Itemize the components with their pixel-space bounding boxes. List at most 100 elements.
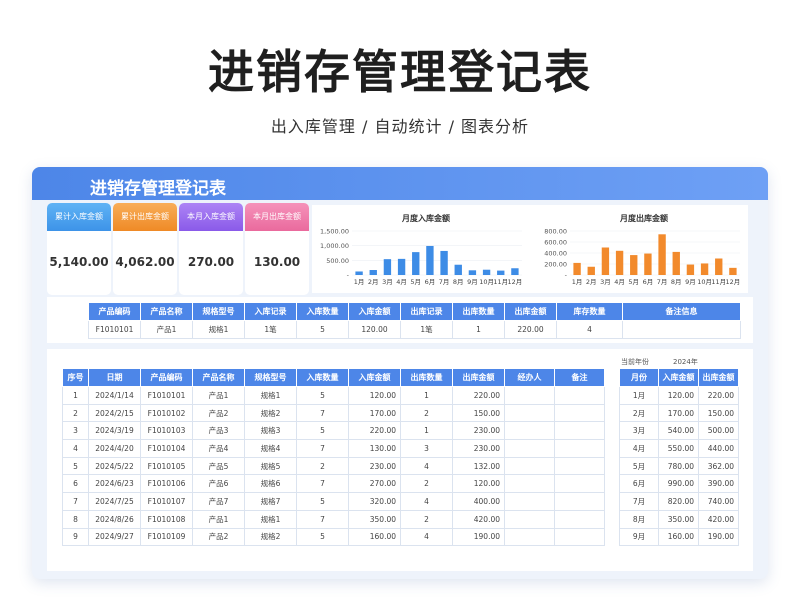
column-header[interactable]: 规格型号	[192, 302, 245, 321]
table-cell[interactable]: 9月	[619, 527, 659, 547]
table-row[interactable]: 4 2024/4/20 F1010104 产品4 规格4 7 130.00 3 230.00	[62, 439, 605, 458]
table-cell[interactable]	[622, 320, 741, 339]
bar[interactable]	[729, 267, 737, 275]
table-cell[interactable]: 3月	[619, 421, 659, 441]
table-cell[interactable]: 规格4	[244, 439, 297, 458]
bar[interactable]	[601, 247, 610, 276]
table-cell[interactable]: 规格2	[244, 403, 297, 423]
bar[interactable]	[468, 270, 477, 275]
bar[interactable]	[715, 258, 723, 276]
table-cell[interactable]	[504, 439, 555, 458]
table-cell[interactable]: 150.00	[698, 403, 739, 423]
table-row[interactable]: 2月 170.00 150.00	[619, 403, 739, 423]
table-cell[interactable]: 5	[296, 320, 349, 339]
table-cell[interactable]	[504, 492, 555, 511]
table-cell[interactable]: F1010108	[140, 509, 193, 529]
table-cell[interactable]: 产品4	[192, 439, 245, 458]
table-cell[interactable]: 3	[400, 439, 453, 458]
table-cell[interactable]: 130.00	[348, 439, 401, 458]
bar[interactable]	[412, 252, 420, 275]
table-row[interactable]: 7 2024/7/25 F1010107 产品7 规格7 5 320.00 4 400.00	[62, 492, 605, 511]
column-header[interactable]: 规格型号	[244, 368, 297, 387]
bar[interactable]	[369, 270, 377, 275]
table-cell[interactable]: 4	[400, 492, 453, 511]
table-cell[interactable]: 5	[296, 421, 349, 441]
table-cell[interactable]: 400.00	[452, 492, 505, 511]
table-cell[interactable]: 8	[62, 509, 89, 529]
table-cell[interactable]: F1010102	[140, 403, 193, 423]
table-cell[interactable]: 2	[400, 509, 453, 529]
table-cell[interactable]: F1010104	[140, 439, 193, 458]
table-cell[interactable]	[504, 474, 555, 494]
table-cell[interactable]	[504, 527, 555, 547]
table-cell[interactable]: 规格3	[244, 421, 297, 441]
table-cell[interactable]	[554, 403, 605, 423]
table-cell[interactable]: 150.00	[452, 403, 505, 423]
bar[interactable]	[672, 251, 680, 275]
table-cell[interactable]: 230.00	[452, 439, 505, 458]
table-row[interactable]: 2 2024/2/15 F1010102 产品2 规格2 7 170.00 2 150.00	[62, 403, 605, 423]
table-cell[interactable]: 320.00	[348, 492, 401, 511]
table-cell[interactable]: 780.00	[658, 456, 699, 476]
bar[interactable]	[644, 253, 652, 275]
table-cell[interactable]: F1010101	[140, 386, 193, 405]
table-cell[interactable]: 1	[452, 320, 505, 339]
table-cell[interactable]	[554, 439, 605, 458]
bar[interactable]	[630, 255, 638, 275]
table-cell[interactable]: 820.00	[658, 492, 699, 511]
table-cell[interactable]: 420.00	[698, 509, 739, 529]
table-cell[interactable]: 产品7	[192, 492, 245, 511]
table-cell[interactable]: 7	[296, 509, 349, 529]
bar[interactable]	[454, 264, 462, 275]
table-cell[interactable]: 7	[62, 492, 89, 511]
table-cell[interactable]: 160.00	[348, 527, 401, 547]
bar[interactable]	[573, 262, 581, 275]
table-cell[interactable]: 规格1	[192, 320, 245, 339]
table-cell[interactable]: 7月	[619, 492, 659, 511]
table-cell[interactable]: F1010105	[140, 456, 193, 476]
table-cell[interactable]: 7	[296, 439, 349, 458]
column-header[interactable]: 出库记录	[400, 302, 453, 321]
table-cell[interactable]: F1010106	[140, 474, 193, 494]
table-cell[interactable]: 220.00	[348, 421, 401, 441]
table-cell[interactable]: 产品5	[192, 456, 245, 476]
table-cell[interactable]: 6月	[619, 474, 659, 494]
table-cell[interactable]: 4	[400, 456, 453, 476]
table-cell[interactable]: 2	[62, 403, 89, 423]
table-cell[interactable]: 1笔	[244, 320, 297, 339]
bar[interactable]	[700, 263, 709, 275]
table-cell[interactable]: 产品3	[192, 421, 245, 441]
column-header[interactable]: 出库金额	[504, 302, 557, 321]
column-header[interactable]: 入库金额	[348, 368, 401, 387]
table-cell[interactable]: 390.00	[698, 474, 739, 494]
table-row[interactable]: 4月 550.00 440.00	[619, 439, 739, 458]
table-cell[interactable]: 2	[296, 456, 349, 476]
table-cell[interactable]: 350.00	[348, 509, 401, 529]
table-cell[interactable]: 5	[296, 386, 349, 405]
table-cell[interactable]: 1月	[619, 386, 659, 405]
column-header[interactable]: 经办人	[504, 368, 555, 387]
table-cell[interactable]: 2024/1/14	[88, 386, 141, 405]
table-cell[interactable]: 420.00	[452, 509, 505, 529]
table-cell[interactable]: 3	[62, 421, 89, 441]
table-cell[interactable]: F1010107	[140, 492, 193, 511]
column-header[interactable]: 出库金额	[452, 368, 505, 387]
bar[interactable]	[511, 268, 519, 275]
table-cell[interactable]	[554, 492, 605, 511]
table-cell[interactable]: 2024/4/20	[88, 439, 141, 458]
table-cell[interactable]: 5	[62, 456, 89, 476]
table-cell[interactable]: 220.00	[452, 386, 505, 405]
bar[interactable]	[615, 250, 624, 275]
column-header[interactable]: 库存数量	[556, 302, 623, 321]
column-header[interactable]: 入库金额	[348, 302, 401, 321]
table-cell[interactable]: 2	[400, 403, 453, 423]
table-cell[interactable]: 350.00	[658, 509, 699, 529]
column-header[interactable]: 出库金额	[698, 368, 739, 387]
table-cell[interactable]: F1010103	[140, 421, 193, 441]
table-row[interactable]: 5 2024/5/22 F1010105 产品5 规格5 2 230.00 4 132.00	[62, 456, 605, 476]
bar[interactable]	[658, 234, 666, 275]
table-row[interactable]: 9 2024/9/27 F1010109 产品2 规格2 5 160.00 4 190.00	[62, 527, 605, 547]
bar[interactable]	[426, 245, 434, 275]
table-cell[interactable]: 1	[62, 386, 89, 405]
column-header[interactable]: 序号	[62, 368, 89, 387]
